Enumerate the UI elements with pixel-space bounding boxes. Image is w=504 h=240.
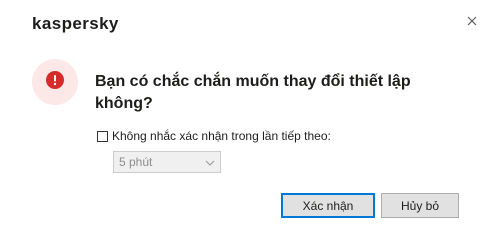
interval-select-value: 5 phút (119, 155, 153, 169)
alert-icon-container (32, 59, 78, 105)
confirmation-message: Bạn có chắc chắn muốn thay đổi thiết lập… (95, 73, 411, 112)
cancel-button[interactable]: Hủy bỏ (381, 193, 459, 218)
interval-select: 5 phút (113, 151, 221, 173)
dont-ask-again-row[interactable]: Không nhắc xác nhận trong lần tiếp theo: (97, 129, 331, 143)
close-icon (467, 13, 477, 31)
exclamation-circle-icon (46, 70, 64, 94)
dont-ask-again-checkbox[interactable] (97, 130, 108, 142)
confirm-button[interactable]: Xác nhận (281, 193, 375, 218)
close-button[interactable] (462, 12, 482, 32)
chevron-down-icon (205, 157, 215, 171)
confirmation-dialog: kaspersky Bạn có chắc chắn muốn thay đổi… (0, 0, 504, 240)
dont-ask-again-label: Không nhắc xác nhận trong lần tiếp theo: (112, 129, 331, 143)
kaspersky-logo: kaspersky (32, 14, 119, 33)
